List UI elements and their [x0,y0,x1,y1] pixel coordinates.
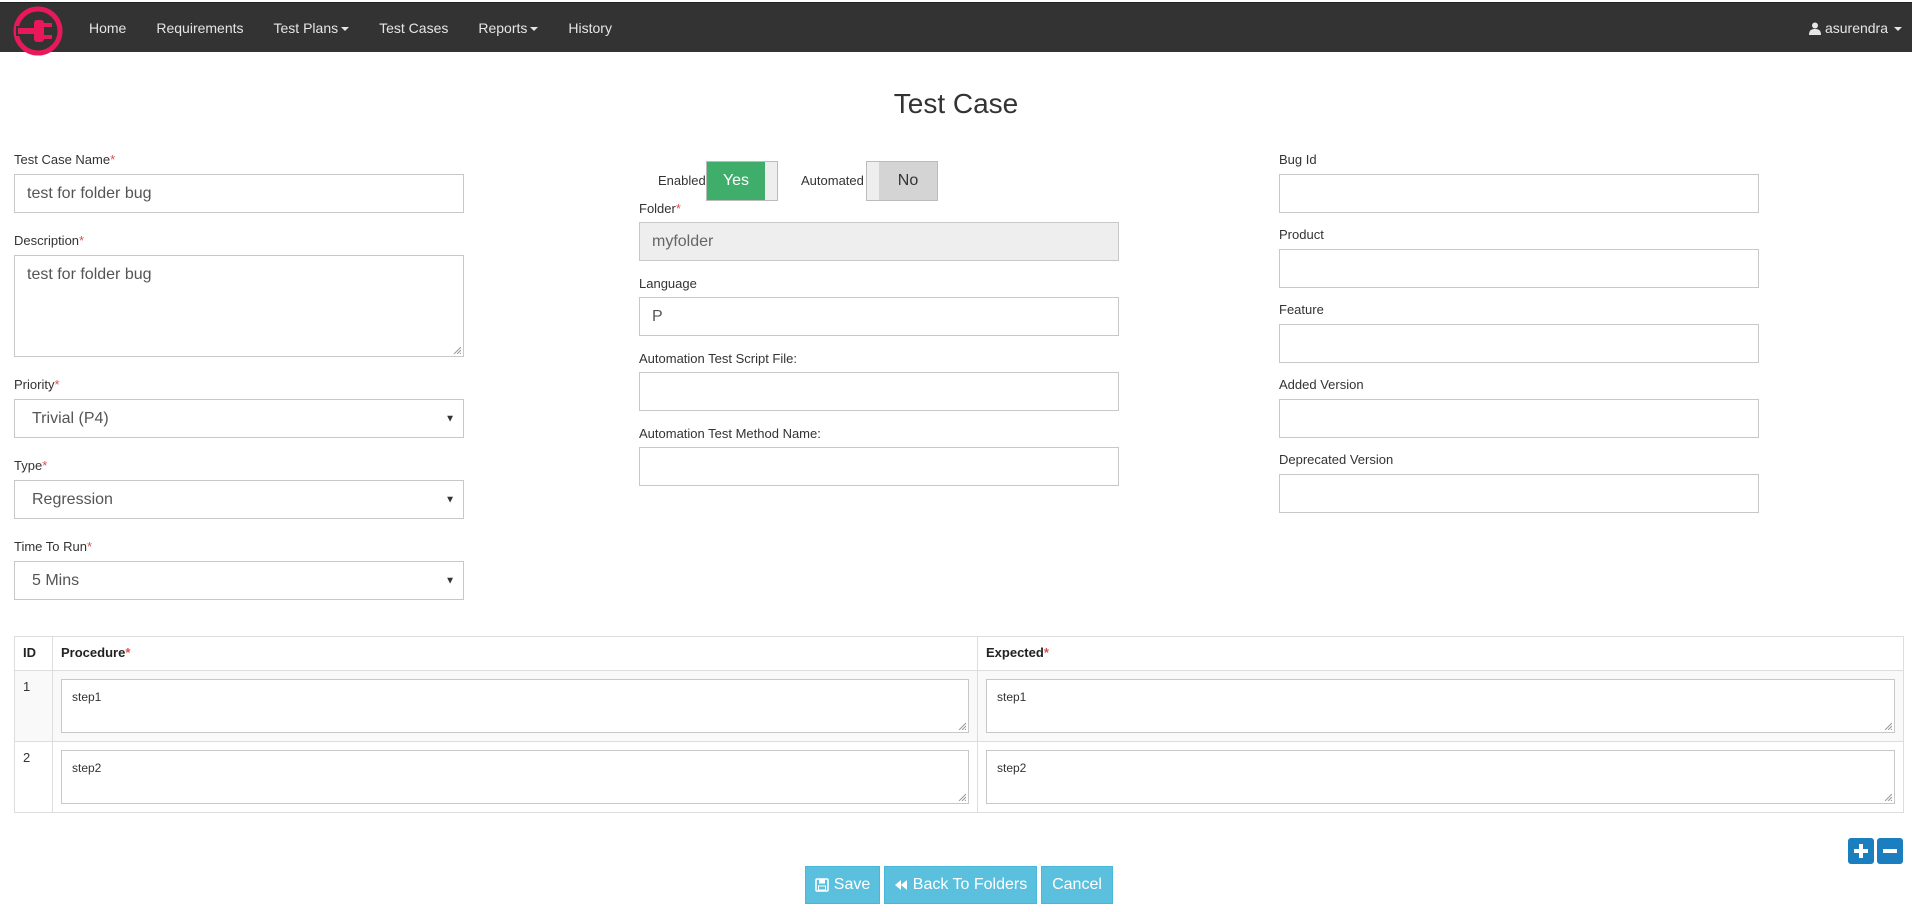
priority-label: Priority* [14,377,60,392]
enabled-toggle[interactable]: Yes [706,161,778,201]
select-arrow-icon: ▼ [445,494,455,505]
method-name-input[interactable] [639,447,1119,486]
table-row: 1 step1 step1 [14,670,1904,742]
table-header-row: ID Procedure* Expected* [14,636,1904,671]
deprecated-version-input[interactable] [1279,474,1759,513]
product-label: Product [1279,227,1324,242]
page-title: Test Case [893,88,1019,119]
type-select[interactable]: Regression ▼ [14,480,464,519]
username: asurendra [1824,20,1888,36]
script-file-label: Automation Test Script File: [639,351,797,366]
nav-test-plans[interactable]: Test Plans [274,20,350,36]
language-label: Language [639,276,697,291]
expected-column-header: Expected* [977,636,1904,671]
deprecated-version-label: Deprecated Version [1279,452,1394,467]
minus-icon [1883,849,1897,853]
select-arrow-icon: ▼ [445,575,455,586]
caret-down-icon [341,27,350,31]
plus-icon [1854,844,1868,858]
enabled-toggle-on: Yes [707,162,765,200]
back-to-folders-label: Back To Folders [912,876,1028,893]
resize-grip-icon[interactable] [958,722,966,730]
expected-cell: step2 [977,741,1904,813]
floppy-disk-icon [815,878,829,892]
toggle-knob [867,162,879,200]
time-to-run-label: Time To Run* [14,539,93,554]
description-textarea[interactable]: test for folder bug [14,255,464,357]
nav-history-label: History [568,20,612,36]
table-row: 2 step2 step2 [14,741,1904,813]
expected-cell: step1 [977,670,1904,742]
automated-toggle[interactable]: No [866,161,938,201]
user-icon [1808,22,1821,35]
select-arrow-icon: ▼ [445,413,455,424]
top-navbar: Home Requirements Test Plans Test Cases … [0,2,1912,56]
feature-input[interactable] [1279,324,1759,363]
script-file-input[interactable] [639,372,1119,411]
folder-input: myfolder [639,222,1119,261]
resize-grip-icon[interactable] [453,346,461,354]
resize-grip-icon[interactable] [1884,722,1892,730]
add-step-button[interactable] [1848,838,1874,864]
added-version-label: Added Version [1279,377,1364,392]
nav-home[interactable]: Home [89,20,126,36]
automated-toggle-off: No [879,162,937,200]
resize-grip-icon[interactable] [1884,793,1892,801]
added-version-input[interactable] [1279,399,1759,438]
expected-textarea[interactable]: step2 [986,750,1895,804]
method-name-label: Automation Test Method Name: [639,426,821,441]
toggle-knob [765,162,777,200]
nav-test-cases-label: Test Cases [379,20,449,36]
nav-reports[interactable]: Reports [478,20,539,36]
feature-label: Feature [1279,302,1324,317]
step-id: 2 [14,741,53,813]
bug-id-input[interactable] [1279,174,1759,213]
folder-label: Folder* [639,201,681,216]
save-button-label: Save [833,876,871,893]
description-label: Description* [14,233,85,248]
nav-history[interactable]: History [568,20,612,36]
id-column-header: ID [14,636,53,671]
procedure-cell: step2 [52,741,978,813]
nav-reports-label: Reports [478,20,528,36]
procedure-textarea[interactable]: step2 [61,750,969,804]
caret-down-icon [530,27,539,31]
save-button[interactable]: Save [805,866,880,904]
nav-requirements-label: Requirements [156,20,244,36]
procedure-textarea[interactable]: step1 [61,679,969,733]
nav-test-plans-label: Test Plans [273,20,339,36]
test-case-name-label: Test Case Name* [14,152,116,167]
time-to-run-select[interactable]: 5 Mins ▼ [14,561,464,600]
backward-icon [894,880,907,890]
enabled-label: Enabled [658,173,706,188]
resize-grip-icon[interactable] [958,793,966,801]
nav-home-label: Home [89,20,127,36]
cancel-button-label: Cancel [1052,876,1102,893]
back-to-folders-button[interactable]: Back To Folders [884,866,1037,904]
nav-menu: Home Requirements Test Plans Test Cases … [89,3,642,53]
caret-down-icon [1894,27,1902,31]
type-label: Type* [14,458,48,473]
plug-logo-icon[interactable] [12,5,64,57]
steps-table: ID Procedure* Expected* 1 step1 step1 2 … [14,636,1904,813]
automated-label: Automated [801,173,864,188]
product-input[interactable] [1279,249,1759,288]
step-id: 1 [14,670,53,742]
bug-id-label: Bug Id [1279,152,1317,167]
nav-test-cases[interactable]: Test Cases [379,20,448,36]
priority-select[interactable]: Trivial (P4) ▼ [14,399,464,438]
procedure-column-header: Procedure* [52,636,978,671]
expected-textarea[interactable]: step1 [986,679,1895,733]
procedure-cell: step1 [52,670,978,742]
nav-requirements[interactable]: Requirements [156,20,243,36]
remove-step-button[interactable] [1877,838,1903,864]
user-menu[interactable]: asurendra [1808,3,1902,53]
test-case-name-input[interactable]: test for folder bug [14,174,464,213]
language-input[interactable]: P [639,297,1119,336]
cancel-button[interactable]: Cancel [1041,866,1113,904]
